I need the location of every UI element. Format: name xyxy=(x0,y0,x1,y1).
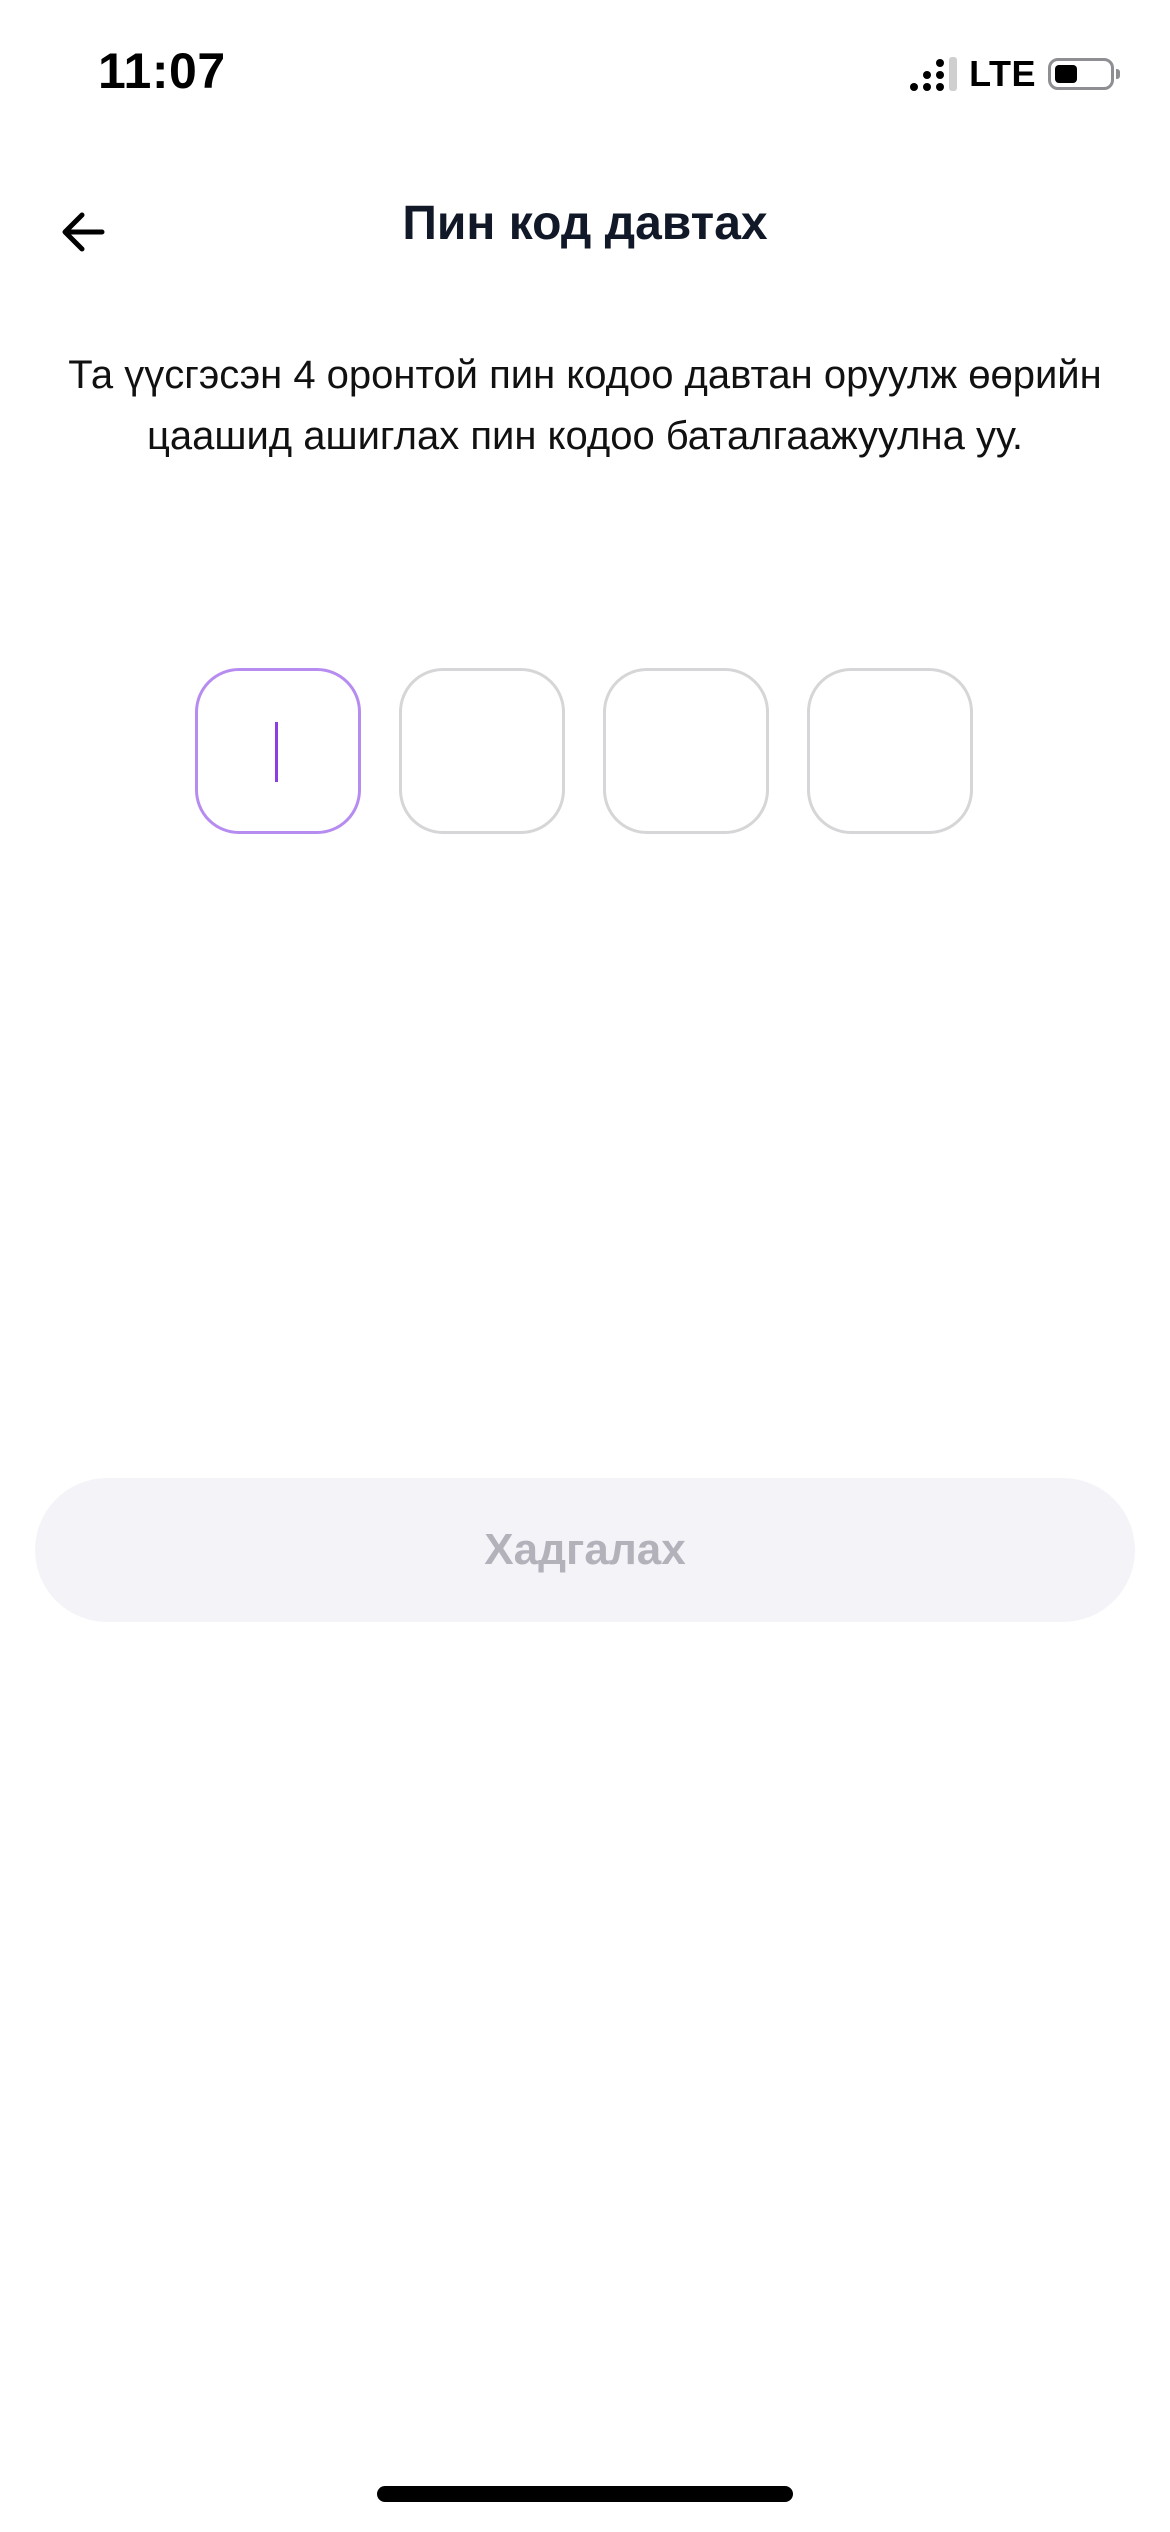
battery-icon xyxy=(1048,58,1120,90)
status-bar: 11:07 LTE xyxy=(0,0,1170,150)
home-indicator[interactable] xyxy=(377,2486,793,2502)
instruction-text: Та үүсгэсэн 4 оронтой пин кодоо давтан о… xyxy=(68,353,1102,458)
network-type-label: LTE xyxy=(969,53,1036,94)
navigation-bar: Пин код давтах xyxy=(0,170,1170,280)
cellular-signal-icon xyxy=(910,57,958,91)
pin-digit-input-2[interactable] xyxy=(399,668,565,834)
page-title: Пин код давтах xyxy=(402,197,768,250)
save-button[interactable]: Хадгалах xyxy=(35,1478,1135,1622)
status-indicators: LTE xyxy=(910,53,1120,94)
status-time: 11:07 xyxy=(98,43,226,99)
pin-input-group xyxy=(195,668,973,834)
text-cursor xyxy=(275,722,278,782)
pin-digit-input-1[interactable] xyxy=(195,668,361,834)
pin-digit-input-3[interactable] xyxy=(603,668,769,834)
pin-digit-input-4[interactable] xyxy=(807,668,973,834)
